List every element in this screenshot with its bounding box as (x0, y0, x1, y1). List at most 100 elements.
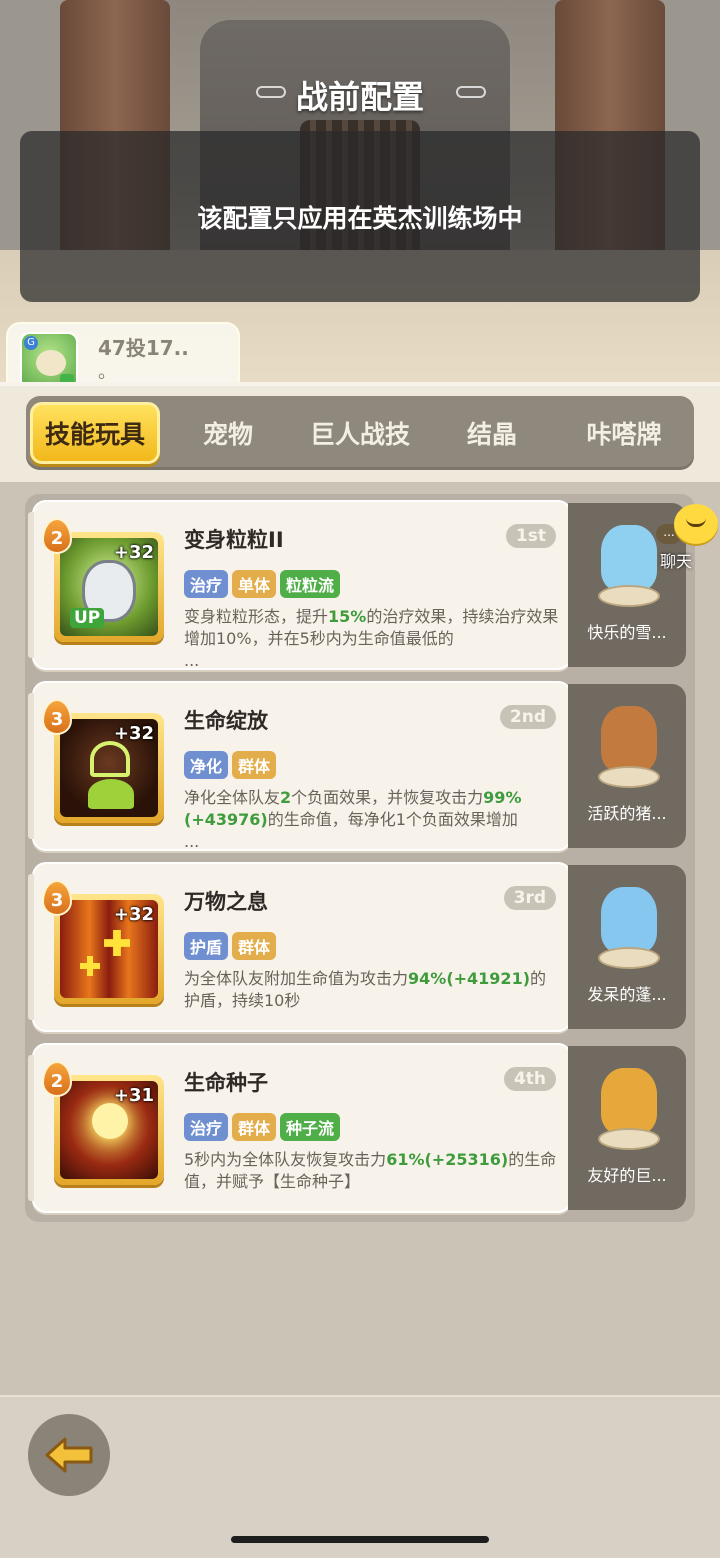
skill-name: 生命绽放 (184, 709, 268, 733)
tab-giant-skills[interactable]: 巨人战技 (294, 402, 426, 464)
skill-tags: 治疗 群体 种子流 (184, 1113, 341, 1141)
skill-card[interactable]: 3 +32 万物之息 3rd 护盾 群体 为全体队友附加生命值为攻击力94%(+… (28, 862, 572, 1032)
tag: 单体 (232, 570, 277, 598)
desc-highlight: 15% (328, 607, 367, 626)
tab-bar: 技能玩具 宠物 巨人战技 结晶 咔嗒牌 (26, 396, 694, 470)
upgrade-badge: UP (70, 608, 105, 628)
tag: 群体 (232, 751, 277, 779)
leaf-shape (88, 779, 134, 809)
desc-text: 变身粒粒形态，提升 (184, 607, 329, 626)
pet-name: 发呆的蓬... (587, 985, 667, 1004)
pet-name: 快乐的雪... (587, 623, 667, 642)
chat-button[interactable]: ... 聊天 (652, 504, 720, 571)
tag: 种子流 (280, 1113, 341, 1141)
desc-text: 个负面效果，并恢复攻击力 (291, 788, 484, 807)
tab-label: 巨人战技 (309, 420, 410, 449)
tab-label: 结晶 (466, 420, 517, 449)
pet-slot[interactable]: 活跃的猪... (568, 684, 686, 848)
tab-pets[interactable]: 宠物 (166, 402, 290, 464)
desc-text: 为全体队友附加生命值为攻击力 (184, 969, 409, 988)
tab-label: 技能玩具 (44, 420, 145, 449)
desc-highlight: 94%(+41921) (408, 969, 531, 988)
skill-icon-owl: UP 2 +32 (42, 518, 164, 642)
pet-name: 友好的巨... (587, 1166, 667, 1185)
tag: 治疗 (184, 570, 229, 598)
skill-bonus: +32 (113, 542, 154, 563)
desc-ellipsis: ... (184, 832, 200, 851)
pet-slot[interactable]: 发呆的蓬... (568, 865, 686, 1029)
skill-bonus: +32 (113, 723, 154, 744)
desc-text: 5秒内为全体队友恢复攻击力 (184, 1150, 387, 1169)
skill-level-badge: 3 (42, 699, 72, 735)
skill-description: 为全体队友附加生命值为攻击力94%(+41921)的护盾，持续10秒 (184, 968, 560, 1012)
skill-card[interactable]: 3 +32 生命绽放 2nd 净化 群体 净化全体队友2个负面效果，并恢复攻击力… (28, 681, 572, 853)
desc-highlight: 61%(+25316) (386, 1150, 509, 1169)
rank-badge: 4th (503, 1067, 556, 1091)
plus-sparkle-icon (104, 930, 130, 956)
desc-text: 的生命值，每净化1个负面效果增加 (267, 810, 518, 829)
tag: 护盾 (184, 932, 229, 960)
pet-slot[interactable]: 友好的巨... (568, 1046, 686, 1210)
tab-cards[interactable]: 咔嗒牌 (558, 402, 690, 464)
pet-pedestal (598, 1128, 660, 1150)
skill-tags: 护盾 群体 (184, 932, 277, 960)
tab-crystals[interactable]: 结晶 (430, 402, 554, 464)
skill-card[interactable]: UP 2 +32 变身粒粒II 1st 治疗 单体 粒粒流 变身粒粒形态，提升1… (28, 500, 572, 672)
notice-banner: 该配置只应用在英杰训练场中 (20, 131, 700, 302)
home-indicator (231, 1536, 489, 1543)
page-title: 战前配置 (295, 78, 424, 116)
tag: 群体 (232, 1113, 277, 1141)
heart-glow (90, 741, 130, 777)
pet-pedestal (598, 947, 660, 969)
seed-glow (92, 1103, 128, 1139)
pet-pedestal (598, 585, 660, 607)
avatar-face (36, 350, 66, 376)
skill-level-badge: 2 (42, 518, 72, 554)
notice-text: 该配置只应用在英杰训练场中 (197, 203, 523, 233)
skill-tags: 净化 群体 (184, 751, 277, 779)
skill-icon-breath: 3 +32 (42, 880, 164, 1004)
rank-badge: 2nd (499, 705, 556, 729)
tag: 粒粒流 (280, 570, 341, 598)
back-arrow-icon (45, 1437, 93, 1473)
pet-pedestal (598, 766, 660, 788)
tab-label: 咔嗒牌 (586, 420, 662, 449)
tab-label: 宠物 (202, 420, 253, 449)
chat-label: 聊天 (660, 552, 693, 571)
pet-figure (601, 525, 657, 591)
title-ornament-right (456, 86, 486, 98)
back-button[interactable] (28, 1414, 110, 1496)
skill-icon-heart: 3 +32 (42, 699, 164, 823)
chat-bubble-icon (674, 504, 718, 544)
pet-figure (601, 1068, 657, 1134)
desc-ellipsis: ... (184, 651, 200, 670)
skill-level-badge: 3 (42, 880, 72, 916)
tag: 净化 (184, 751, 229, 779)
skill-name: 生命种子 (184, 1071, 268, 1095)
skill-icon-seed: 2 +31 (42, 1061, 164, 1185)
pet-figure (601, 887, 657, 953)
plus-sparkle-icon (80, 956, 100, 976)
tab-area: 技能玩具 宠物 巨人战技 结晶 咔嗒牌 (0, 382, 720, 482)
rank-badge: 3rd (503, 886, 556, 910)
bottom-bar (0, 1395, 720, 1558)
game-badge-icon: G (24, 336, 38, 350)
skill-card[interactable]: 2 +31 生命种子 4th 治疗 群体 种子流 5秒内为全体队友恢复攻击力61… (28, 1043, 572, 1213)
tab-skill-toys[interactable]: 技能玩具 (30, 402, 160, 464)
skill-level-badge: 2 (42, 1061, 72, 1097)
skill-description: 5秒内为全体队友恢复攻击力61%(+25316)的生命值，并赋予【生命种子】 (184, 1149, 560, 1193)
player-card[interactable]: G 47投17.. 。 (6, 322, 240, 390)
skill-bonus: +31 (113, 1085, 154, 1106)
player-subtext: 。 (98, 362, 116, 383)
skill-description: 净化全体队友2个负面效果，并恢复攻击力99%(+43976)的生命值，每净化1个… (184, 787, 560, 853)
tag: 治疗 (184, 1113, 229, 1141)
desc-highlight: 2 (280, 788, 292, 807)
desc-text: 净化全体队友 (184, 788, 281, 807)
skill-bonus: +32 (113, 904, 154, 925)
skill-description: 变身粒粒形态，提升15%的治疗效果，持续治疗效果增加10%，并在5秒内为生命值最… (184, 606, 560, 672)
rank-badge: 1st (505, 524, 556, 548)
player-name: 47投17.. (98, 336, 189, 360)
tag: 群体 (232, 932, 277, 960)
skill-tags: 治疗 单体 粒粒流 (184, 570, 341, 598)
pet-figure (601, 706, 657, 772)
